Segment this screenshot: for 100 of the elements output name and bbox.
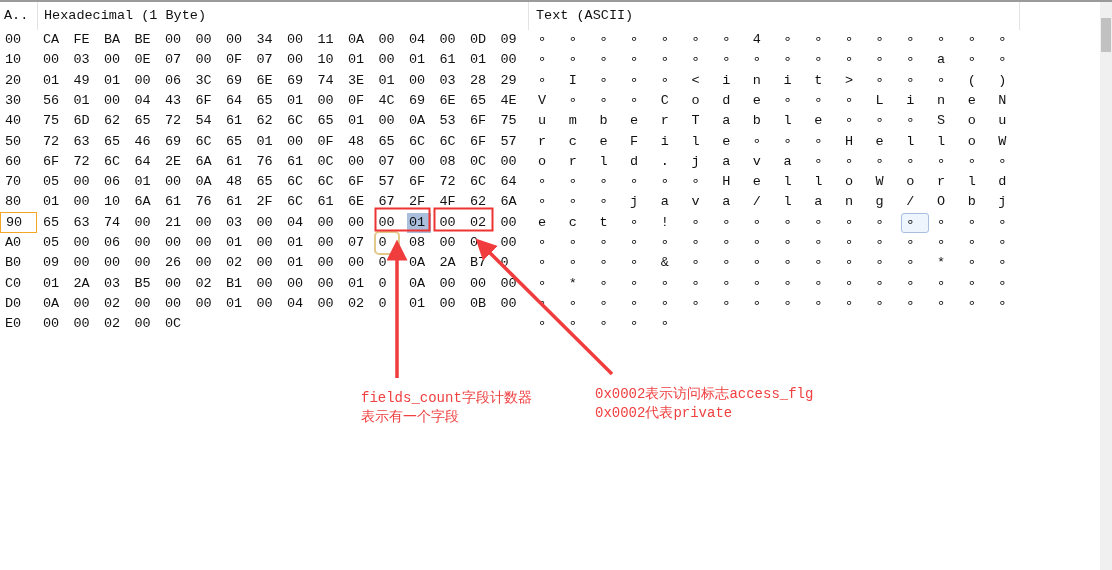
ascii-char[interactable]: r (936, 172, 968, 193)
ascii-char[interactable]: ∘ (691, 212, 723, 233)
hex-byte[interactable]: 00 (348, 151, 379, 172)
ascii-char[interactable]: ∘ (722, 212, 753, 233)
hex-byte[interactable]: 00 (195, 233, 226, 254)
hex-byte[interactable]: 4C (378, 91, 409, 112)
ascii-char[interactable]: T (691, 111, 723, 132)
hex-byte[interactable]: 0E (134, 50, 165, 71)
hex-byte[interactable]: 01 (409, 294, 440, 314)
ascii-char[interactable]: ∘ (906, 294, 937, 314)
hex-byte[interactable]: 65 (256, 91, 287, 112)
ascii-char[interactable]: ∘ (722, 30, 753, 51)
ascii-char[interactable]: e (752, 91, 784, 112)
ascii-char[interactable]: ∘ (844, 50, 876, 71)
ascii-char[interactable]: v (752, 151, 784, 172)
ascii-char[interactable]: ∘ (967, 50, 999, 71)
ascii-char[interactable]: ∘ (630, 172, 661, 193)
hex-byte[interactable]: 72 (165, 111, 196, 132)
ascii-char[interactable]: j (691, 151, 723, 172)
ascii-char[interactable]: * (568, 273, 600, 294)
hex-byte[interactable]: 2E (165, 151, 196, 172)
hex-byte[interactable]: 2F (256, 192, 287, 213)
hex-byte[interactable]: BE (134, 30, 165, 51)
hex-byte[interactable]: 69 (165, 131, 196, 152)
hex-byte[interactable]: 00 (134, 294, 165, 314)
ascii-char[interactable]: ∘ (906, 111, 937, 132)
ascii-char[interactable]: r (660, 111, 692, 132)
ascii-char[interactable]: ∘ (599, 192, 631, 213)
ascii-char[interactable]: ∘ (538, 273, 569, 294)
hex-byte[interactable]: 00 (439, 273, 470, 294)
hex-byte[interactable]: 00 (165, 30, 196, 51)
hex-byte[interactable]: 6C (470, 172, 501, 193)
hex-byte[interactable]: 0A (43, 294, 74, 314)
ascii-char[interactable]: V (538, 91, 569, 112)
hex-byte[interactable]: 00 (195, 212, 226, 233)
hex-byte[interactable]: 01 (256, 131, 287, 152)
ascii-char[interactable]: ∘ (630, 253, 661, 274)
ascii-char[interactable]: a (722, 151, 753, 172)
hex-byte[interactable]: 00 (317, 233, 348, 254)
hex-byte[interactable]: 64 (500, 172, 531, 193)
ascii-char[interactable]: ∘ (814, 30, 845, 51)
hex-byte[interactable]: 61 (439, 50, 470, 71)
hex-byte[interactable]: 00 (226, 30, 257, 51)
hex-byte[interactable]: 01 (287, 91, 318, 112)
ascii-char[interactable]: t (599, 212, 631, 233)
ascii-char[interactable]: e (814, 111, 845, 132)
ascii-char[interactable]: n (752, 70, 784, 91)
ascii-char[interactable]: d (998, 172, 1029, 193)
hex-byte[interactable]: 03 (439, 70, 470, 91)
hex-byte[interactable]: 67 (378, 192, 409, 213)
ascii-char[interactable]: e (538, 212, 569, 233)
ascii-char[interactable]: ∘ (660, 233, 692, 254)
row-offset[interactable]: A0 (0, 232, 37, 254)
ascii-char[interactable]: ∘ (599, 233, 631, 254)
hex-byte[interactable]: FE (73, 30, 104, 51)
ascii-char[interactable]: ∘ (538, 50, 569, 71)
hex-byte[interactable]: 02 (470, 212, 501, 233)
ascii-char[interactable]: ∘ (538, 253, 569, 274)
ascii-char[interactable]: ∘ (875, 253, 907, 274)
ascii-char[interactable]: ∘ (783, 91, 815, 112)
ascii-char[interactable]: O (936, 192, 968, 213)
hex-byte[interactable]: 00 (287, 50, 318, 71)
hex-byte[interactable]: 05 (43, 233, 74, 254)
ascii-char[interactable]: ∘ (844, 233, 876, 254)
hex-byte[interactable]: 08 (409, 233, 440, 254)
hex-byte[interactable]: 00 (409, 151, 440, 172)
ascii-char[interactable]: ∘ (998, 30, 1029, 51)
hex-byte[interactable]: 75 (500, 111, 531, 132)
hex-byte[interactable]: 00 (439, 212, 470, 233)
ascii-char[interactable]: ∘ (752, 253, 784, 274)
row-offset[interactable]: 50 (0, 131, 37, 153)
hex-byte[interactable]: 6F (195, 91, 226, 112)
hex-byte[interactable]: 6C (287, 192, 318, 213)
ascii-char[interactable]: b (752, 111, 784, 132)
ascii-char[interactable]: 4 (752, 30, 784, 51)
hex-byte[interactable]: 34 (256, 30, 287, 51)
hex-byte[interactable]: 02 (104, 294, 135, 314)
ascii-char[interactable]: ∘ (722, 273, 753, 294)
hex-byte[interactable]: 00 (104, 50, 135, 71)
hex-byte[interactable]: 0B (470, 294, 501, 314)
ascii-char[interactable]: v (691, 192, 723, 213)
hex-byte[interactable]: 00 (104, 91, 135, 112)
ascii-char[interactable]: ∘ (660, 50, 692, 71)
ascii-char[interactable]: e (630, 111, 661, 132)
ascii-char[interactable]: ∘ (630, 50, 661, 71)
ascii-char[interactable]: ∘ (936, 70, 968, 91)
hex-byte[interactable]: 06 (165, 70, 196, 91)
hex-byte[interactable]: 00 (348, 253, 379, 274)
hex-byte[interactable]: 65 (43, 212, 74, 233)
row-offset[interactable]: 20 (0, 70, 37, 92)
hex-byte[interactable]: 00 (165, 294, 196, 314)
hex-byte[interactable]: 01 (378, 70, 409, 91)
hex-byte[interactable]: 48 (348, 131, 379, 152)
ascii-char[interactable]: ∘ (538, 172, 569, 193)
ascii-char[interactable]: i (906, 91, 937, 112)
ascii-char[interactable]: i (722, 70, 753, 91)
ascii-char[interactable]: ∘ (599, 70, 631, 91)
hex-byte[interactable]: 76 (256, 151, 287, 172)
hex-byte[interactable]: 00 (256, 212, 287, 233)
ascii-char[interactable]: l (783, 192, 815, 213)
